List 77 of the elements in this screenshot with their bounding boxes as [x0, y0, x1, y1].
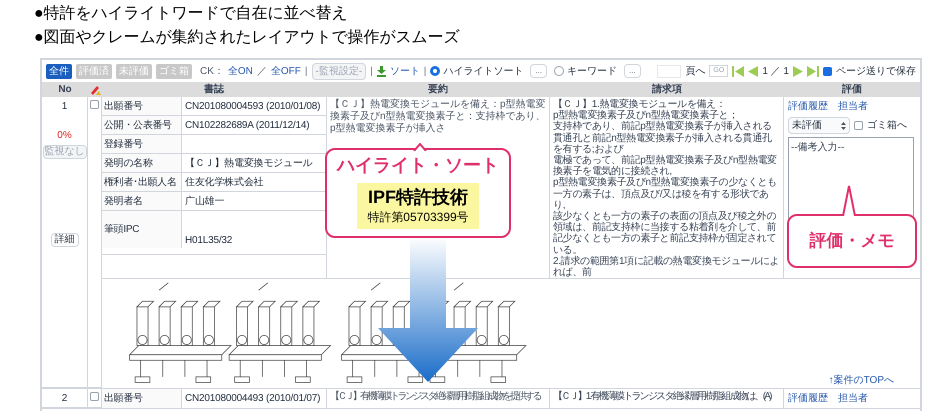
field-label: 権利者･出願人名	[102, 173, 182, 191]
field-label: 発明の名称	[102, 154, 182, 172]
first-page-icon[interactable]	[732, 66, 744, 76]
all-on-link[interactable]: 全ON	[228, 64, 253, 78]
field-label: 出願番号	[102, 97, 182, 115]
headline: ●図面やクレームが集約されたレイアウトで操作がスムーズ	[34, 28, 461, 48]
field-value: 住友化学株式会社	[184, 176, 264, 190]
filter-tab[interactable]: 全件	[46, 64, 72, 78]
field-label: 筆頭IPC	[102, 211, 182, 248]
progress-percent: 0%	[57, 129, 72, 143]
download-icon	[376, 66, 386, 76]
row-checkbox[interactable]	[90, 392, 99, 402]
page-status: 1 ／ 1	[762, 64, 789, 78]
callout-title: ハイライト・ソート	[337, 154, 499, 177]
sort-mode-label: キーワード	[567, 64, 618, 78]
ck-label: CK：	[200, 64, 224, 78]
pencil-icon	[90, 84, 100, 95]
field-value: CN102282689A (2011/12/14)	[184, 118, 310, 132]
badge-title: IPF特許技術	[368, 186, 468, 208]
claim-text: p型熱電変換素子及びn型熱電変換素子の少なくとも一方の素子は、頂点及び/又は稜を有する形状であり,	[553, 177, 778, 211]
field-label: 登録番号	[102, 135, 182, 153]
column-header: 請求項	[650, 82, 683, 97]
field-value: CN201080004593 (2010/01/08)	[184, 100, 322, 114]
summary-text: 【ＣＪ】有機薄膜トランジスタ絶縁層用樹脂組成物を提供する	[330, 391, 542, 404]
evaluation-select[interactable]: 未評価	[788, 117, 850, 134]
claim-text: 2.請求の範囲第1項に記載の熱電変換モジュールによれば、前	[553, 256, 780, 278]
field-value: 【ＣＪ】熱電変換モジュール	[184, 156, 314, 170]
separator-text: |	[304, 64, 308, 78]
separator-text: |	[370, 64, 373, 78]
field-value: 广山雄一	[184, 194, 226, 208]
more-button[interactable]: ...	[624, 64, 641, 78]
trash-checkbox[interactable]	[854, 121, 863, 130]
previous-page-icon[interactable]	[748, 66, 758, 76]
column-header: 要約	[427, 82, 449, 97]
summary-text: 【ＣＪ】熱電変換モジュールを備え：p型熱電変換素子及びn型熱電変換素子と：支持枠であり、p型熱電変換素子が挿入さ	[330, 99, 546, 135]
row-number: 2	[62, 392, 68, 406]
evaluation-history-link[interactable]: 評価履歴	[788, 99, 828, 114]
column-header: 書誌	[203, 82, 226, 97]
separator-text: |	[424, 64, 426, 78]
badge-subtitle: 特許第05703399号	[367, 209, 469, 226]
all-off-link[interactable]: 全OFF	[270, 64, 301, 78]
more-button[interactable]: ...	[530, 64, 548, 78]
field-value: H01L35/32	[184, 234, 234, 248]
down-arrow-icon	[378, 236, 478, 382]
save-on-page-checkbox[interactable]	[823, 66, 832, 76]
headline: ●特許をハイライトワードで自在に並べ替え	[34, 4, 349, 24]
column-header: 評価	[840, 82, 863, 97]
trash-label: ゴミ箱へ	[867, 119, 907, 133]
back-to-top-link[interactable]: ↑案件のTOPへ	[828, 375, 894, 388]
sort-mode-label: ハイライトソート	[443, 64, 524, 78]
column-header: No	[57, 83, 73, 97]
assignee-link[interactable]: 担当者	[838, 391, 868, 406]
callout-title: 評価・メモ	[810, 230, 894, 252]
row-checkbox[interactable]	[90, 100, 99, 109]
select-arrow-icon	[841, 122, 846, 130]
claim-text: 該少なくとも一方の素子の表面の頂点及び稜之外の領域は、前記支持枠に当接する粘着剤を介して、前記少なくとも一方の素子と前記支持枠が固定されている。	[553, 211, 778, 256]
save-on-page-label: ページ送りで保存	[836, 64, 916, 78]
assignee-link[interactable]: 担当者	[838, 99, 868, 114]
claim-text: p型熱電変換素子及びn型熱電変換素子と；	[553, 110, 738, 122]
detail-button[interactable]: 詳細	[50, 233, 78, 247]
sort-mode-radio[interactable]	[554, 66, 564, 76]
row-number: 1	[62, 100, 68, 114]
next-page-icon[interactable]	[793, 66, 803, 76]
last-page-icon[interactable]	[807, 66, 819, 76]
sort-mode-radio[interactable]	[430, 66, 440, 76]
field-label: 出願番号	[102, 389, 182, 408]
claim-text: 【ＣＪ】1.有機薄膜トランジスタ絶縁層用樹脂組成物は、(A)	[553, 391, 772, 402]
claim-text: 支持枠であり、前記p型熱電変換素子が挿入される貫通孔と前記n型熱電変換素子が挿入される貫通孔を有する;および	[553, 121, 772, 155]
page-jump-label: 頁へ	[685, 64, 706, 78]
sort-link[interactable]: ソート	[390, 64, 420, 78]
field-label: 公開・公表番号	[102, 116, 182, 134]
field-label: 発明者名	[102, 192, 182, 210]
slash-text: ／	[256, 64, 267, 78]
evaluation-history-link[interactable]: 評価履歴	[788, 391, 828, 406]
claim-text: 【ＣＪ】1.熱電変換モジュールを備え：	[553, 99, 727, 110]
field-value: CN201080004493 (2010/01/07)	[184, 392, 322, 406]
page-input-field[interactable]	[657, 64, 682, 78]
